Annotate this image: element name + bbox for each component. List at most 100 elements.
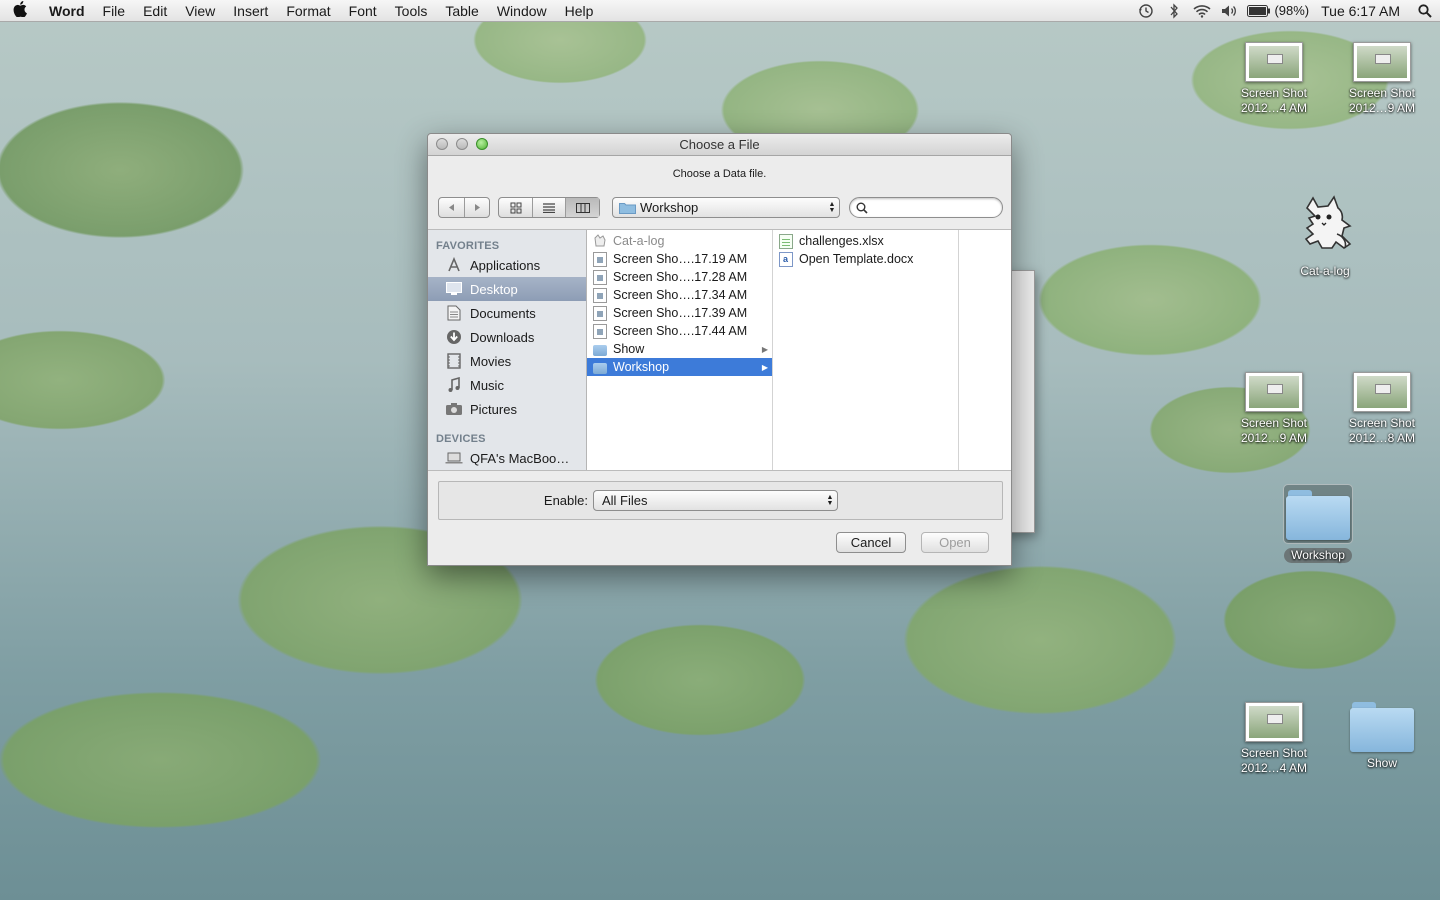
dialog-prompt: Choose a Data file.	[672, 168, 767, 180]
desktop-icon-screenshot-4[interactable]: Screen Shot 2012…8 AM	[1337, 372, 1427, 446]
menu-view[interactable]: View	[176, 0, 224, 22]
list-item[interactable]: Screen Sho….17.34 AM	[587, 286, 772, 304]
desktop-icon-label: 2012…9 AM	[1240, 431, 1308, 445]
sidebar-item-movies[interactable]: Movies	[428, 349, 586, 373]
sidebar-item-label: Documents	[470, 305, 536, 321]
file-name: Workshop	[613, 360, 670, 374]
file-name: Screen Sho….17.28 AM	[613, 270, 748, 284]
desktop-icon-label: Workshop	[1284, 548, 1352, 563]
menu-window[interactable]: Window	[488, 0, 556, 22]
enable-popup[interactable]: All Files ▲ ▼	[593, 490, 838, 511]
sidebar-header-devices: DEVICES	[436, 433, 486, 445]
spotlight-search-icon[interactable]	[1410, 0, 1440, 22]
list-icon	[543, 202, 555, 213]
back-button[interactable]	[439, 198, 465, 217]
list-item[interactable]: Screen Sho….17.44 AM	[587, 322, 772, 340]
search-field[interactable]	[849, 197, 1003, 218]
desktop-icon-screenshot-5[interactable]: Screen Shot 2012…4 AM	[1229, 702, 1319, 776]
list-item[interactable]: challenges.xlsx	[773, 232, 958, 250]
menu-table[interactable]: Table	[436, 0, 487, 22]
volume-icon[interactable]	[1216, 0, 1244, 22]
image-file-icon	[593, 287, 607, 303]
location-popup[interactable]: Workshop ▲ ▼	[612, 197, 840, 218]
menu-help[interactable]: Help	[556, 0, 603, 22]
dialog-titlebar[interactable]: Choose a File	[428, 134, 1011, 156]
applications-icon	[444, 257, 464, 273]
file-name: Cat-a-log	[613, 234, 665, 248]
bluetooth-icon[interactable]	[1160, 0, 1188, 22]
screenshot-thumbnail-icon	[1353, 42, 1411, 82]
menu-edit[interactable]: Edit	[134, 0, 176, 22]
list-item[interactable]: Screen Sho….17.28 AM	[587, 268, 772, 286]
list-item-selected[interactable]: Workshop ▶	[587, 358, 772, 376]
sidebar-item-label: Movies	[470, 353, 512, 369]
sidebar-item-label: Desktop	[470, 281, 518, 297]
columns-icon	[575, 202, 590, 213]
search-input[interactable]	[872, 199, 992, 216]
close-button-icon[interactable]	[436, 138, 448, 150]
sidebar-header-favorites: FAVORITES	[436, 240, 500, 252]
desktop-icon-label: 2012…8 AM	[1348, 431, 1416, 445]
desktop-icon-screenshot-3[interactable]: Screen Shot 2012…9 AM	[1229, 372, 1319, 446]
documents-icon	[444, 305, 464, 321]
sidebar-item-applications[interactable]: Applications	[428, 253, 586, 277]
forward-button[interactable]	[465, 198, 489, 217]
sidebar-item-label: Music	[470, 377, 504, 393]
menu-format[interactable]: Format	[277, 0, 339, 22]
column-empty	[959, 230, 1011, 470]
disclosure-arrow-icon: ▶	[761, 362, 768, 372]
menu-tools[interactable]: Tools	[386, 0, 437, 22]
menu-file[interactable]: File	[94, 0, 135, 22]
desktop-icon-workshop-folder[interactable]: Workshop	[1273, 484, 1363, 563]
desktop-icon-show-folder[interactable]: Show	[1337, 700, 1427, 771]
menu-clock[interactable]: Tue 6:17 AM	[1317, 3, 1410, 19]
list-item[interactable]: Screen Sho….17.19 AM	[587, 250, 772, 268]
desktop-icon-cat-a-log[interactable]: Cat-a-log	[1280, 190, 1370, 279]
enable-label: Enable:	[543, 493, 588, 508]
icon-view-button[interactable]	[499, 198, 533, 217]
back-arrow-icon	[449, 204, 454, 211]
file-name: Show	[613, 342, 645, 356]
dialog-toolbar: Workshop ▲ ▼	[438, 197, 1003, 221]
sidebar-item-label: QFA's MacBoo…	[470, 450, 570, 466]
wifi-icon[interactable]	[1188, 0, 1216, 22]
menu-font[interactable]: Font	[340, 0, 386, 22]
dialog-sidebar: FAVORITES Applications Desktop Documents…	[428, 230, 587, 470]
search-icon	[856, 202, 868, 214]
spreadsheet-file-icon	[779, 233, 793, 249]
enable-value: All Files	[602, 493, 648, 508]
updown-chevron-icon: ▲ ▼	[826, 493, 834, 507]
desktop-icon-label: Show	[1366, 756, 1398, 770]
sidebar-item-macbook[interactable]: QFA's MacBoo…	[428, 446, 586, 470]
minimize-button-icon[interactable]	[456, 138, 468, 150]
list-item[interactable]: Screen Sho….17.39 AM	[587, 304, 772, 322]
laptop-icon	[444, 450, 464, 466]
apple-menu-icon[interactable]	[0, 0, 40, 22]
app-icon	[593, 233, 607, 249]
desktop-icon-screenshot-1[interactable]: Screen Shot 2012…4 AM	[1229, 42, 1319, 116]
pictures-icon	[444, 401, 464, 417]
sidebar-item-music[interactable]: Music	[428, 373, 586, 397]
list-view-button[interactable]	[533, 198, 566, 217]
desktop-icon-screenshot-2[interactable]: Screen Shot 2012…9 AM	[1337, 42, 1427, 116]
column-view-button[interactable]	[566, 198, 599, 217]
sidebar-item-documents[interactable]: Documents	[428, 301, 586, 325]
zoom-button-icon[interactable]	[476, 138, 488, 150]
menu-insert[interactable]: Insert	[224, 0, 277, 22]
open-button[interactable]: Open	[921, 532, 989, 553]
menu-app-word[interactable]: Word	[40, 0, 94, 22]
desktop-icon-label: 2012…9 AM	[1348, 101, 1416, 115]
battery-icon[interactable]	[1244, 0, 1274, 22]
list-item[interactable]: Cat-a-log	[587, 232, 772, 250]
desktop-icon-label: 2012…4 AM	[1240, 761, 1308, 775]
cat-app-icon	[1293, 190, 1357, 260]
music-icon	[444, 377, 464, 393]
sidebar-item-pictures[interactable]: Pictures	[428, 397, 586, 421]
cancel-button[interactable]: Cancel	[836, 532, 906, 553]
sidebar-item-downloads[interactable]: Downloads	[428, 325, 586, 349]
list-item[interactable]: Show ▶	[587, 340, 772, 358]
list-item[interactable]: Open Template.docx	[773, 250, 958, 268]
sidebar-item-desktop[interactable]: Desktop	[428, 277, 586, 301]
file-name: Screen Sho….17.39 AM	[613, 306, 748, 320]
time-machine-icon[interactable]	[1132, 0, 1160, 22]
